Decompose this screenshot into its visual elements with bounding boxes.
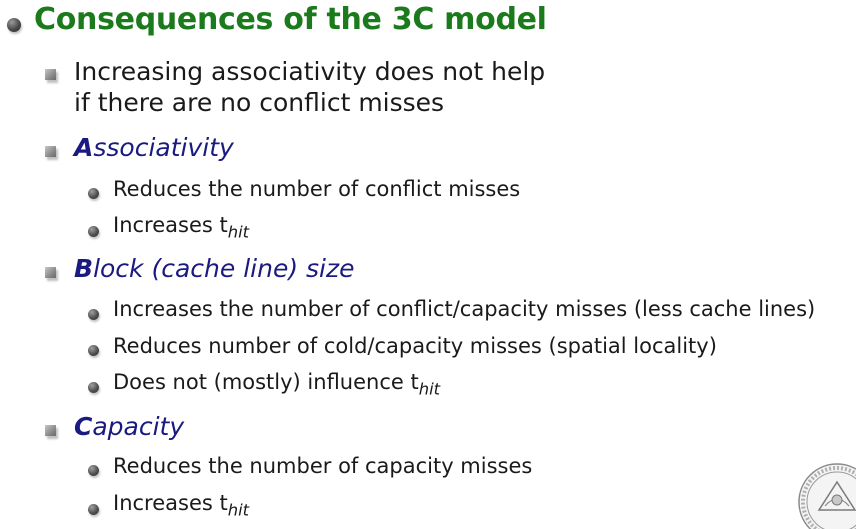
round-bullet-icon — [88, 188, 99, 199]
square-bullet-icon — [45, 146, 56, 157]
subscript-hit: hit — [227, 222, 250, 242]
subitem-increases-thit: Increases thit — [113, 491, 249, 520]
heading-associativity: Associativity — [74, 133, 234, 162]
round-bullet-icon — [88, 382, 99, 393]
round-bullet-icon — [88, 504, 99, 515]
subitem-text: Reduces number of cold/capacity misses (… — [113, 334, 717, 358]
heading-rest: apacity — [92, 412, 185, 441]
heading-rest: lock (cache line) size — [93, 254, 355, 283]
round-bullet-icon — [88, 226, 99, 237]
square-bullet-icon — [45, 69, 56, 80]
item-increasing-associativity-line1: Increasing associativity does not help — [74, 57, 546, 86]
subitem-text: Increases t — [113, 491, 228, 515]
round-bullet-icon — [88, 309, 99, 320]
subitem-does-not-influence-thit: Does not (mostly) influence thit — [113, 370, 440, 399]
subitem-text: Reduces the number of conflict misses — [113, 177, 521, 201]
heading-block-size: Block (cache line) size — [74, 254, 355, 283]
subitem-text: Does not (mostly) influence t — [113, 370, 419, 394]
round-bullet-icon — [88, 465, 99, 476]
university-seal-icon — [798, 463, 856, 529]
subscript-hit: hit — [227, 500, 250, 520]
subitem-text: Increases the number of conflict/capacit… — [113, 297, 816, 321]
heading-initial: C — [74, 412, 93, 441]
item-increasing-associativity-line2: if there are no conflict misses — [74, 88, 445, 117]
square-bullet-icon — [45, 267, 56, 278]
heading-capacity: Capacity — [74, 412, 184, 441]
title-bullet-icon — [7, 18, 21, 32]
subitem-text: Increases t — [113, 213, 228, 237]
round-bullet-icon — [88, 345, 99, 356]
slide-title: Consequences of the 3C model — [34, 2, 547, 37]
heading-initial: A — [74, 133, 94, 162]
subitem-text: Reduces the number of capacity misses — [113, 454, 533, 478]
square-bullet-icon — [45, 425, 56, 436]
heading-rest: ssociativity — [93, 133, 234, 162]
heading-initial: B — [74, 254, 94, 283]
subscript-hit: hit — [418, 379, 441, 399]
subitem-increases-thit: Increases thit — [113, 213, 249, 242]
